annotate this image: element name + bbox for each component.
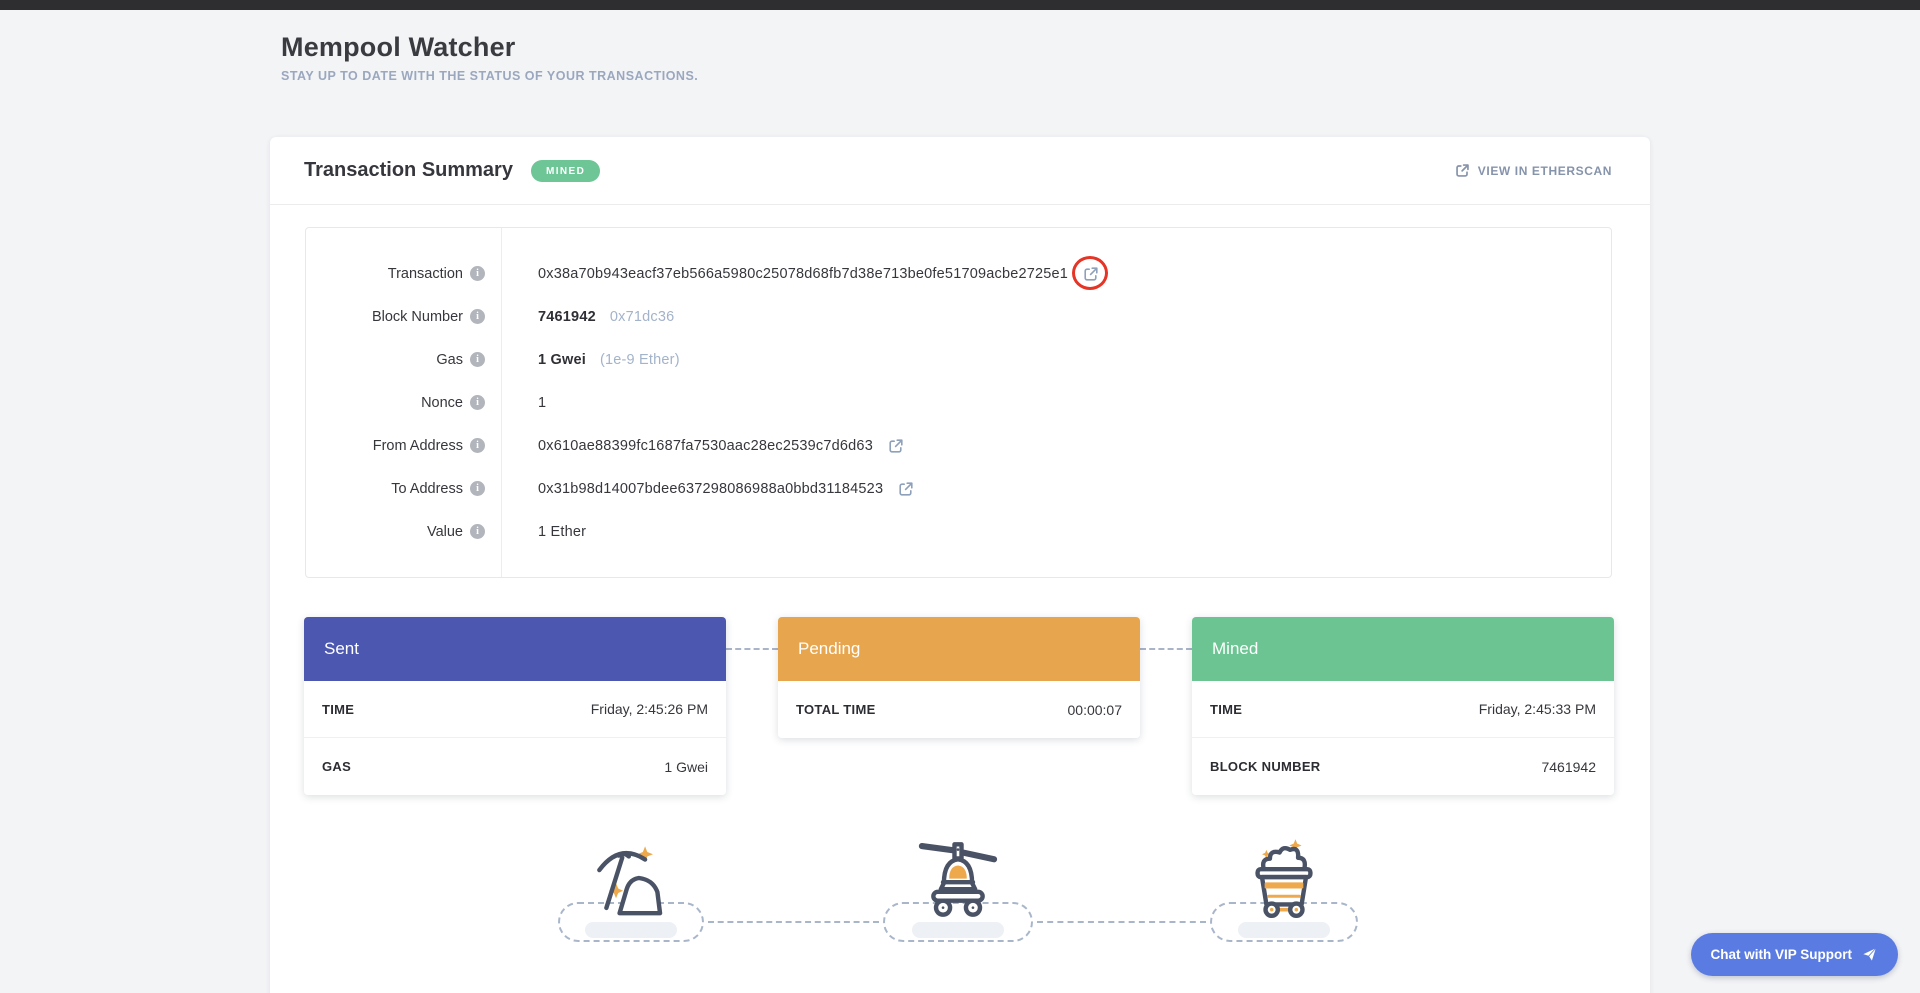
detail-label-row: Value i xyxy=(306,510,501,553)
detail-label: Block Number xyxy=(372,309,463,325)
from-address-external-link[interactable] xyxy=(887,437,905,455)
detail-value-row: 1 Ether xyxy=(538,510,1611,553)
gas-value: 1 Gwei xyxy=(538,352,586,368)
card-header: Transaction Summary MINED VIEW IN ETHERS… xyxy=(270,137,1650,205)
detail-value-row: 0x38a70b943eacf37eb566a5980c25078d68fb7d… xyxy=(538,252,1611,295)
stage-row: TIME Friday, 2:45:33 PM xyxy=(1192,681,1614,738)
block-number-value: 7461942 xyxy=(538,309,596,325)
detail-label: Transaction xyxy=(388,266,463,282)
detail-label-row: Nonce i xyxy=(306,381,501,424)
info-icon[interactable]: i xyxy=(470,352,485,367)
stage-row: TIME Friday, 2:45:26 PM xyxy=(304,681,726,738)
transaction-details-panel: Transaction i Block Number i Gas i Nonce… xyxy=(305,227,1612,578)
status-badge: MINED xyxy=(531,160,600,182)
stage-row: GAS 1 Gwei xyxy=(304,738,726,795)
page-title: Mempool Watcher xyxy=(281,32,698,63)
detail-label: Value xyxy=(427,524,463,540)
chat-button-label: Chat with VIP Support xyxy=(1711,947,1853,962)
stage-row-label: TOTAL TIME xyxy=(796,702,876,717)
detail-label-row: Transaction i xyxy=(306,252,501,295)
detail-label-row: Block Number i xyxy=(306,295,501,338)
info-icon[interactable]: i xyxy=(470,395,485,410)
card-title: Transaction Summary xyxy=(304,159,513,182)
stage-connector xyxy=(726,648,778,650)
info-icon[interactable]: i xyxy=(470,438,485,453)
stage-illustrations xyxy=(304,832,1614,993)
gas-ether-equivalent: (1e-9 Ether) xyxy=(600,352,680,368)
info-icon[interactable]: i xyxy=(470,309,485,324)
illustration-connector xyxy=(708,921,879,923)
stage-connector xyxy=(1140,648,1192,650)
stage-row: TOTAL TIME 00:00:07 xyxy=(778,681,1140,738)
stage-row-value: 1 Gwei xyxy=(664,759,708,775)
stage-header-pending: Pending xyxy=(778,617,1140,681)
timeline-stages: Sent TIME Friday, 2:45:26 PM GAS 1 Gwei … xyxy=(304,617,1614,797)
stage-card-sent: Sent TIME Friday, 2:45:26 PM GAS 1 Gwei xyxy=(304,617,726,795)
stage-header-sent: Sent xyxy=(304,617,726,681)
stage-header-mined: Mined xyxy=(1192,617,1614,681)
ether-value: 1 Ether xyxy=(538,524,586,540)
etherscan-link-label: VIEW IN ETHERSCAN xyxy=(1478,164,1612,178)
transaction-external-link[interactable] xyxy=(1082,265,1100,283)
stage-row: BLOCK NUMBER 7461942 xyxy=(1192,738,1614,795)
paper-plane-icon xyxy=(1861,946,1878,963)
view-in-etherscan-link[interactable]: VIEW IN ETHERSCAN xyxy=(1455,163,1612,178)
stage-card-pending: Pending TOTAL TIME 00:00:07 xyxy=(778,617,1140,738)
nonce-value: 1 xyxy=(538,395,546,411)
transaction-hash: 0x38a70b943eacf37eb566a5980c25078d68fb7d… xyxy=(538,266,1068,282)
stage-row-value: 7461942 xyxy=(1541,759,1596,775)
details-labels-column: Transaction i Block Number i Gas i Nonce… xyxy=(306,228,502,577)
detail-label: From Address xyxy=(373,438,463,454)
stage-row-value: Friday, 2:45:26 PM xyxy=(591,701,708,717)
top-bar xyxy=(0,0,1920,10)
stage-row-label: GAS xyxy=(322,759,351,774)
block-number-hex: 0x71dc36 xyxy=(610,309,675,325)
chat-support-button[interactable]: Chat with VIP Support xyxy=(1691,933,1899,976)
stage-row-label: TIME xyxy=(322,702,354,717)
illustration-connector xyxy=(1037,921,1206,923)
detail-value-row: 1 xyxy=(538,381,1611,424)
info-icon[interactable]: i xyxy=(470,266,485,281)
to-address-external-link[interactable] xyxy=(897,480,915,498)
stage-row-value: Friday, 2:45:33 PM xyxy=(1479,701,1596,717)
stage-row-label: TIME xyxy=(1210,702,1242,717)
to-address: 0x31b98d14007bdee637298086988a0bbd311845… xyxy=(538,481,883,497)
external-link-icon xyxy=(898,481,914,497)
bell-trolley-icon xyxy=(914,832,1002,920)
detail-label-row: From Address i xyxy=(306,424,501,467)
detail-label: To Address xyxy=(391,481,463,497)
detail-label: Gas xyxy=(436,352,463,368)
page-header: Mempool Watcher STAY UP TO DATE WITH THE… xyxy=(281,32,698,83)
stage-row-value: 00:00:07 xyxy=(1068,702,1123,718)
detail-label: Nonce xyxy=(421,395,463,411)
detail-label-row: Gas i xyxy=(306,338,501,381)
stage-row-label: BLOCK NUMBER xyxy=(1210,759,1320,774)
detail-value-row: 1 Gwei (1e-9 Ether) xyxy=(538,338,1611,381)
detail-value-row: 0x610ae88399fc1687fa7530aac28ec2539c7d6d… xyxy=(538,424,1611,467)
details-values-column: 0x38a70b943eacf37eb566a5980c25078d68fb7d… xyxy=(502,228,1611,577)
mine-cart-icon xyxy=(1240,834,1328,922)
external-link-icon xyxy=(1083,266,1099,282)
detail-label-row: To Address i xyxy=(306,467,501,510)
external-link-icon xyxy=(888,438,904,454)
detail-value-row: 7461942 0x71dc36 xyxy=(538,295,1611,338)
info-icon[interactable]: i xyxy=(470,481,485,496)
transaction-summary-card: Transaction Summary MINED VIEW IN ETHERS… xyxy=(270,137,1650,993)
info-icon[interactable]: i xyxy=(470,524,485,539)
stage-card-mined: Mined TIME Friday, 2:45:33 PM BLOCK NUMB… xyxy=(1192,617,1614,795)
detail-value-row: 0x31b98d14007bdee637298086988a0bbd311845… xyxy=(538,467,1611,510)
pickaxe-icon xyxy=(587,834,675,922)
from-address: 0x610ae88399fc1687fa7530aac28ec2539c7d6d… xyxy=(538,438,873,454)
page-subtitle: STAY UP TO DATE WITH THE STATUS OF YOUR … xyxy=(281,69,698,83)
external-link-icon xyxy=(1455,163,1470,178)
